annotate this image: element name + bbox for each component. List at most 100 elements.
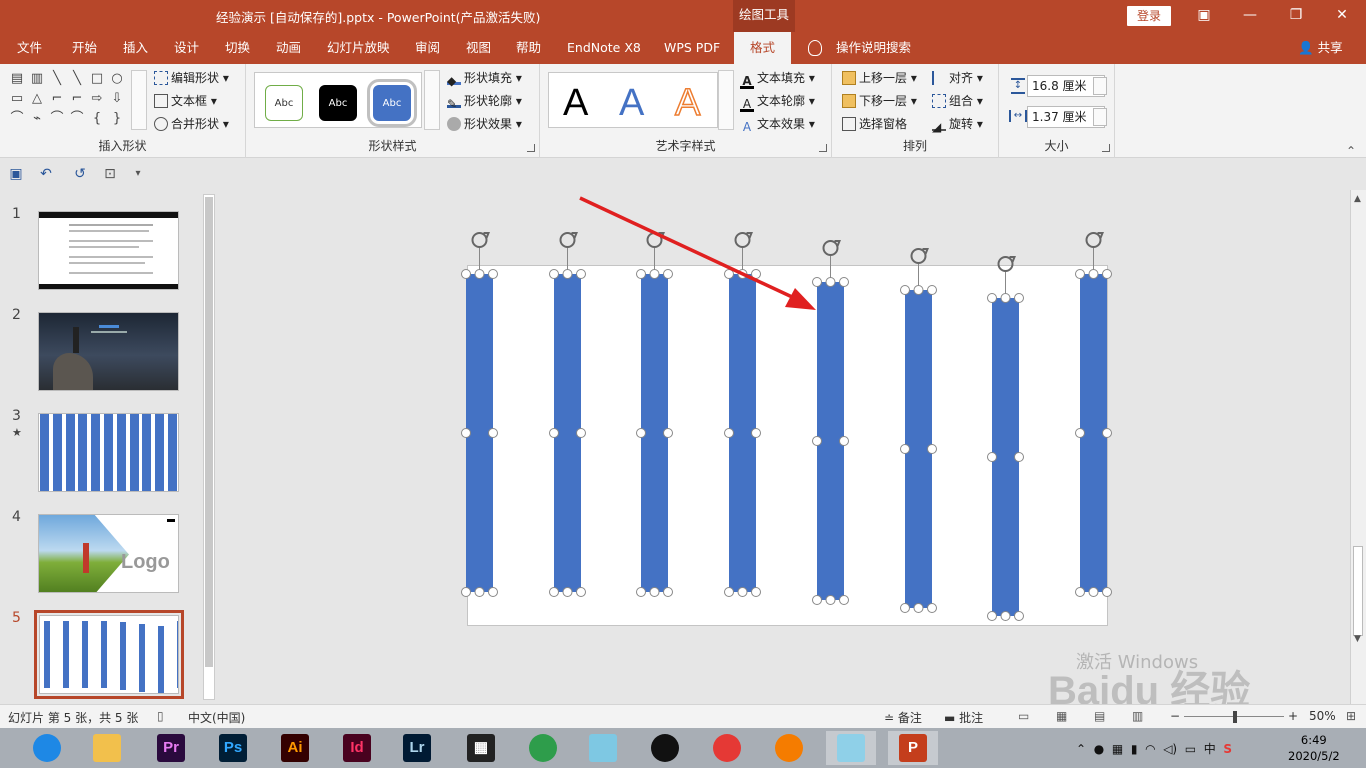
resize-handle[interactable] <box>663 269 673 279</box>
rotate-handle-icon[interactable] <box>997 256 1014 272</box>
collapse-ribbon-icon[interactable]: ⌃ <box>1346 144 1356 158</box>
resize-handle[interactable] <box>1014 452 1024 462</box>
shape-gallery-scroll[interactable] <box>131 70 147 130</box>
notes-button[interactable]: ≐ 备注 <box>884 709 922 726</box>
resize-handle[interactable] <box>825 277 836 287</box>
thumbnail-scrollbar[interactable] <box>203 194 215 700</box>
shape-option[interactable]: ⌐ <box>68 90 86 108</box>
keyboard-icon[interactable]: ▭ <box>1185 742 1196 756</box>
slideshow-view-icon[interactable]: ▥ <box>1132 709 1143 723</box>
shape-option[interactable]: ╲ <box>68 70 86 88</box>
reading-view-icon[interactable]: ▤ <box>1094 709 1105 723</box>
resize-handle[interactable] <box>1000 611 1011 621</box>
rotate-handle-icon[interactable] <box>559 232 576 248</box>
resize-handle[interactable] <box>549 269 559 279</box>
tab-slideshow[interactable]: 幻灯片放映 <box>327 32 390 64</box>
text-outline-button[interactable]: A 文本轮廓 ▾ <box>740 91 815 112</box>
resize-handle[interactable] <box>812 436 822 446</box>
comments-button[interactable]: ▬ 批注 <box>944 709 983 726</box>
scroll-down-icon[interactable]: ▼ <box>1354 634 1361 644</box>
shape-option[interactable]: } <box>108 110 126 128</box>
spelling-check-icon[interactable]: ▯ <box>157 709 164 723</box>
text-box-button[interactable]: 文本框 ▾ <box>154 91 217 111</box>
taskbar-app[interactable] <box>82 731 132 765</box>
resize-handle[interactable] <box>562 587 573 597</box>
customize-qat-icon[interactable]: ▾ <box>128 164 148 184</box>
selection-pane-button[interactable]: 选择窗格 <box>842 114 907 134</box>
wordart-launcher-icon[interactable] <box>819 144 827 152</box>
zoom-slider-thumb[interactable] <box>1233 711 1237 723</box>
qq-tray-icon[interactable]: ● <box>1094 742 1104 756</box>
resize-handle[interactable] <box>649 269 660 279</box>
slide-thumbnail-4[interactable]: Logo <box>38 514 179 593</box>
tab-design[interactable]: 设计 <box>174 32 199 64</box>
resize-handle[interactable] <box>839 277 849 287</box>
battery-icon[interactable]: ▮ <box>1131 742 1138 756</box>
scroll-thumb[interactable] <box>1353 546 1363 636</box>
resize-handle[interactable] <box>927 444 937 454</box>
tab-endnote[interactable]: EndNote X8 <box>567 32 641 64</box>
shape-style-swatch[interactable]: Abc <box>265 85 303 121</box>
resize-handle[interactable] <box>1014 611 1024 621</box>
network-icon[interactable]: ▦ <box>1112 742 1123 756</box>
resize-handle[interactable] <box>1014 293 1024 303</box>
taskbar-app[interactable]: Ai <box>270 731 320 765</box>
shape-effects-button[interactable]: 形状效果 ▾ <box>447 114 522 134</box>
resize-handle[interactable] <box>1075 428 1085 438</box>
shape-style-swatch-selected[interactable]: Abc <box>367 79 417 127</box>
resize-handle[interactable] <box>474 587 485 597</box>
resize-handle[interactable] <box>549 428 559 438</box>
align-button[interactable]: 对齐 ▾ <box>932 68 983 88</box>
clock[interactable]: 6:49 2020/5/2 <box>1288 732 1340 764</box>
rotate-handle-icon[interactable] <box>1085 232 1102 248</box>
resize-handle[interactable] <box>1088 587 1099 597</box>
maximize-button[interactable]: ❐ <box>1273 0 1319 32</box>
normal-view-icon[interactable]: ▭ <box>1018 709 1029 723</box>
close-button[interactable]: ✕ <box>1319 0 1365 32</box>
resize-handle[interactable] <box>562 269 573 279</box>
resize-handle[interactable] <box>1102 587 1112 597</box>
rotate-handle-icon[interactable] <box>910 248 927 264</box>
tab-transitions[interactable]: 切换 <box>225 32 250 64</box>
slide-sorter-view-icon[interactable]: ▦ <box>1056 709 1067 723</box>
resize-handle[interactable] <box>474 269 485 279</box>
resize-handle[interactable] <box>461 269 471 279</box>
rotate-handle-icon[interactable] <box>734 232 751 248</box>
resize-handle[interactable] <box>987 611 997 621</box>
taskbar-app[interactable]: Ps <box>208 731 258 765</box>
shape-option[interactable]: ▭ <box>8 90 26 108</box>
slide-vertical-scrollbar[interactable]: ▲ ▼ <box>1350 190 1366 704</box>
resize-handle[interactable] <box>649 587 660 597</box>
shape-option[interactable]: ⌒ <box>48 110 66 128</box>
resize-handle[interactable] <box>1075 269 1085 279</box>
shape-option[interactable]: ⌒ <box>68 110 86 128</box>
resize-handle[interactable] <box>825 595 836 605</box>
resize-handle[interactable] <box>1088 269 1099 279</box>
resize-handle[interactable] <box>839 595 849 605</box>
wordart-style-blue[interactable]: A <box>619 83 644 123</box>
resize-handle[interactable] <box>461 587 471 597</box>
ribbon-display-options-icon[interactable]: ▣ <box>1181 0 1227 32</box>
text-effects-button[interactable]: A 文本效果 ▾ <box>740 114 815 134</box>
tab-file[interactable]: 文件 <box>17 32 42 64</box>
resize-handle[interactable] <box>663 587 673 597</box>
resize-handle[interactable] <box>900 444 910 454</box>
slide-thumbnail-1[interactable] <box>38 211 179 290</box>
size-launcher-icon[interactable] <box>1102 144 1110 152</box>
taskbar-app[interactable]: Pr <box>146 731 196 765</box>
share-button[interactable]: 👤 共享 <box>1298 32 1343 64</box>
width-spinner[interactable] <box>1093 108 1107 126</box>
tab-home[interactable]: 开始 <box>72 32 97 64</box>
resize-handle[interactable] <box>927 285 937 295</box>
taskbar-app[interactable]: Id <box>332 731 382 765</box>
save-icon[interactable]: ▣ <box>6 164 26 184</box>
bring-forward-button[interactable]: 上移一层 ▾ <box>842 68 917 88</box>
shape-outline-button[interactable]: ✎ 形状轮廓 ▾ <box>447 91 522 111</box>
redo-icon[interactable]: ↺ <box>70 164 90 184</box>
zoom-out-button[interactable]: − <box>1170 709 1180 723</box>
tell-me-search[interactable]: 操作说明搜索 <box>836 32 911 64</box>
rotate-handle-icon[interactable] <box>822 240 839 256</box>
scroll-up-icon[interactable]: ▲ <box>1354 194 1361 204</box>
resize-handle[interactable] <box>913 603 924 613</box>
resize-handle[interactable] <box>927 603 937 613</box>
